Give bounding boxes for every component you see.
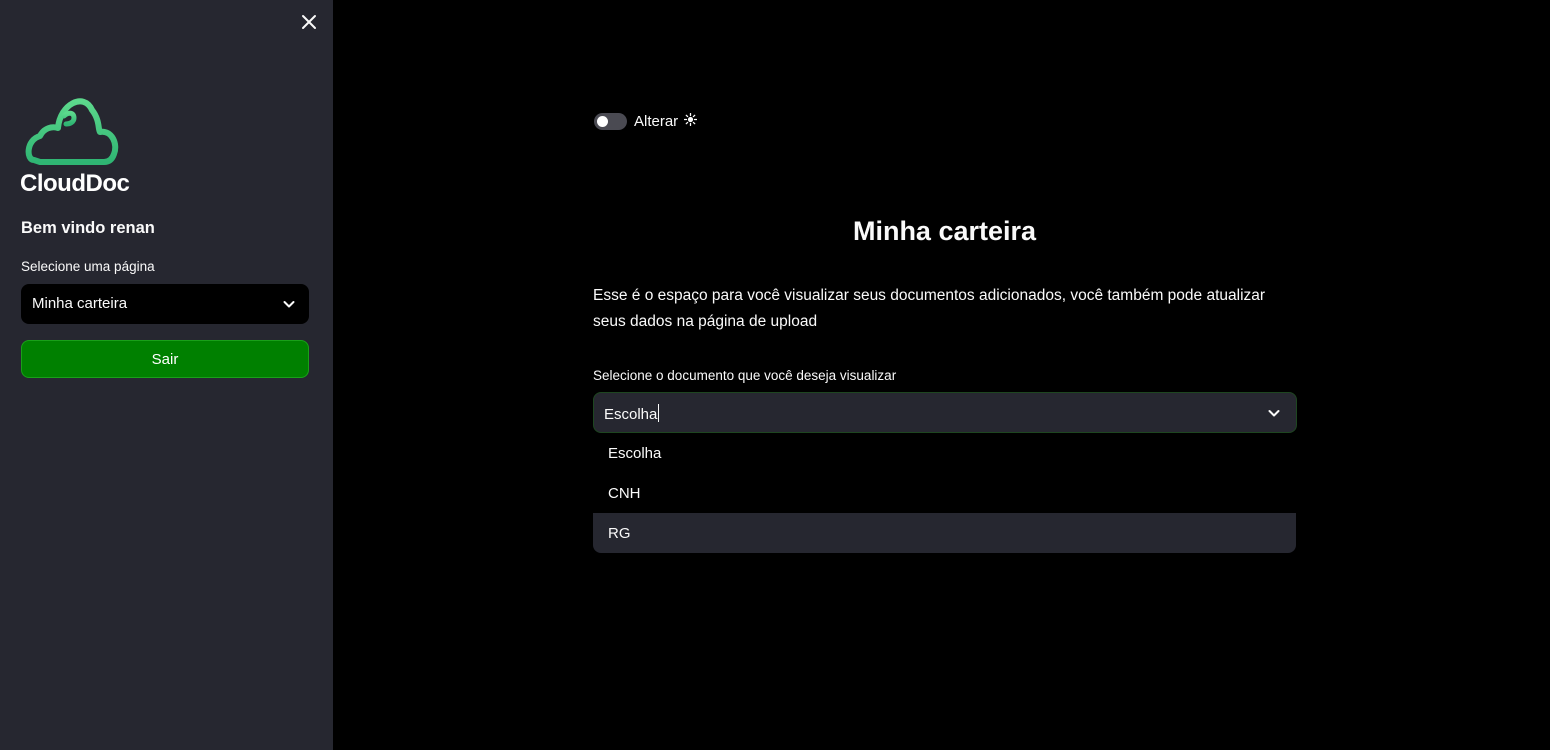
app: CloudDoc Bem vindo renan Selecione uma p…	[0, 0, 1550, 750]
toggle-label-text: Alterar	[634, 113, 679, 130]
page-title: Minha carteira	[852, 216, 1037, 246]
text-caret	[658, 404, 660, 422]
chevron-down-icon	[283, 301, 295, 308]
close-sidebar-button[interactable]	[298, 11, 320, 33]
page-select-value: Minha carteira	[32, 295, 128, 312]
theme-toggle[interactable]	[594, 113, 627, 130]
document-select-label: Selecione o documento que você deseja vi…	[593, 368, 897, 383]
option-rg[interactable]: RG	[593, 513, 1296, 553]
logo-text: CloudDoc	[20, 170, 130, 197]
sidebar: CloudDoc Bem vindo renan Selecione uma p…	[0, 0, 333, 750]
option-cnh[interactable]: CNH	[593, 473, 1296, 513]
option-escolha[interactable]: Escolha	[593, 433, 1296, 473]
document-select[interactable]: Escolha	[593, 392, 1297, 433]
page-select[interactable]: Minha carteira	[21, 284, 309, 324]
document-select-value: Escolha	[604, 404, 660, 423]
chevron-down-icon	[1268, 410, 1280, 417]
page-select-label: Selecione uma página	[21, 259, 155, 274]
theme-toggle-label[interactable]: Alterar	[634, 113, 698, 130]
document-options-list: Escolha CNH RG	[593, 433, 1296, 553]
page-description: Esse é o espaço para você visualizar seu…	[593, 287, 1266, 330]
sun-icon	[684, 113, 698, 126]
document-select-text: Escolha	[604, 406, 658, 423]
welcome-heading: Bem vindo renan	[21, 219, 155, 237]
close-icon	[302, 15, 316, 29]
logout-button[interactable]: Sair	[21, 340, 309, 378]
toggle-knob	[597, 116, 608, 127]
